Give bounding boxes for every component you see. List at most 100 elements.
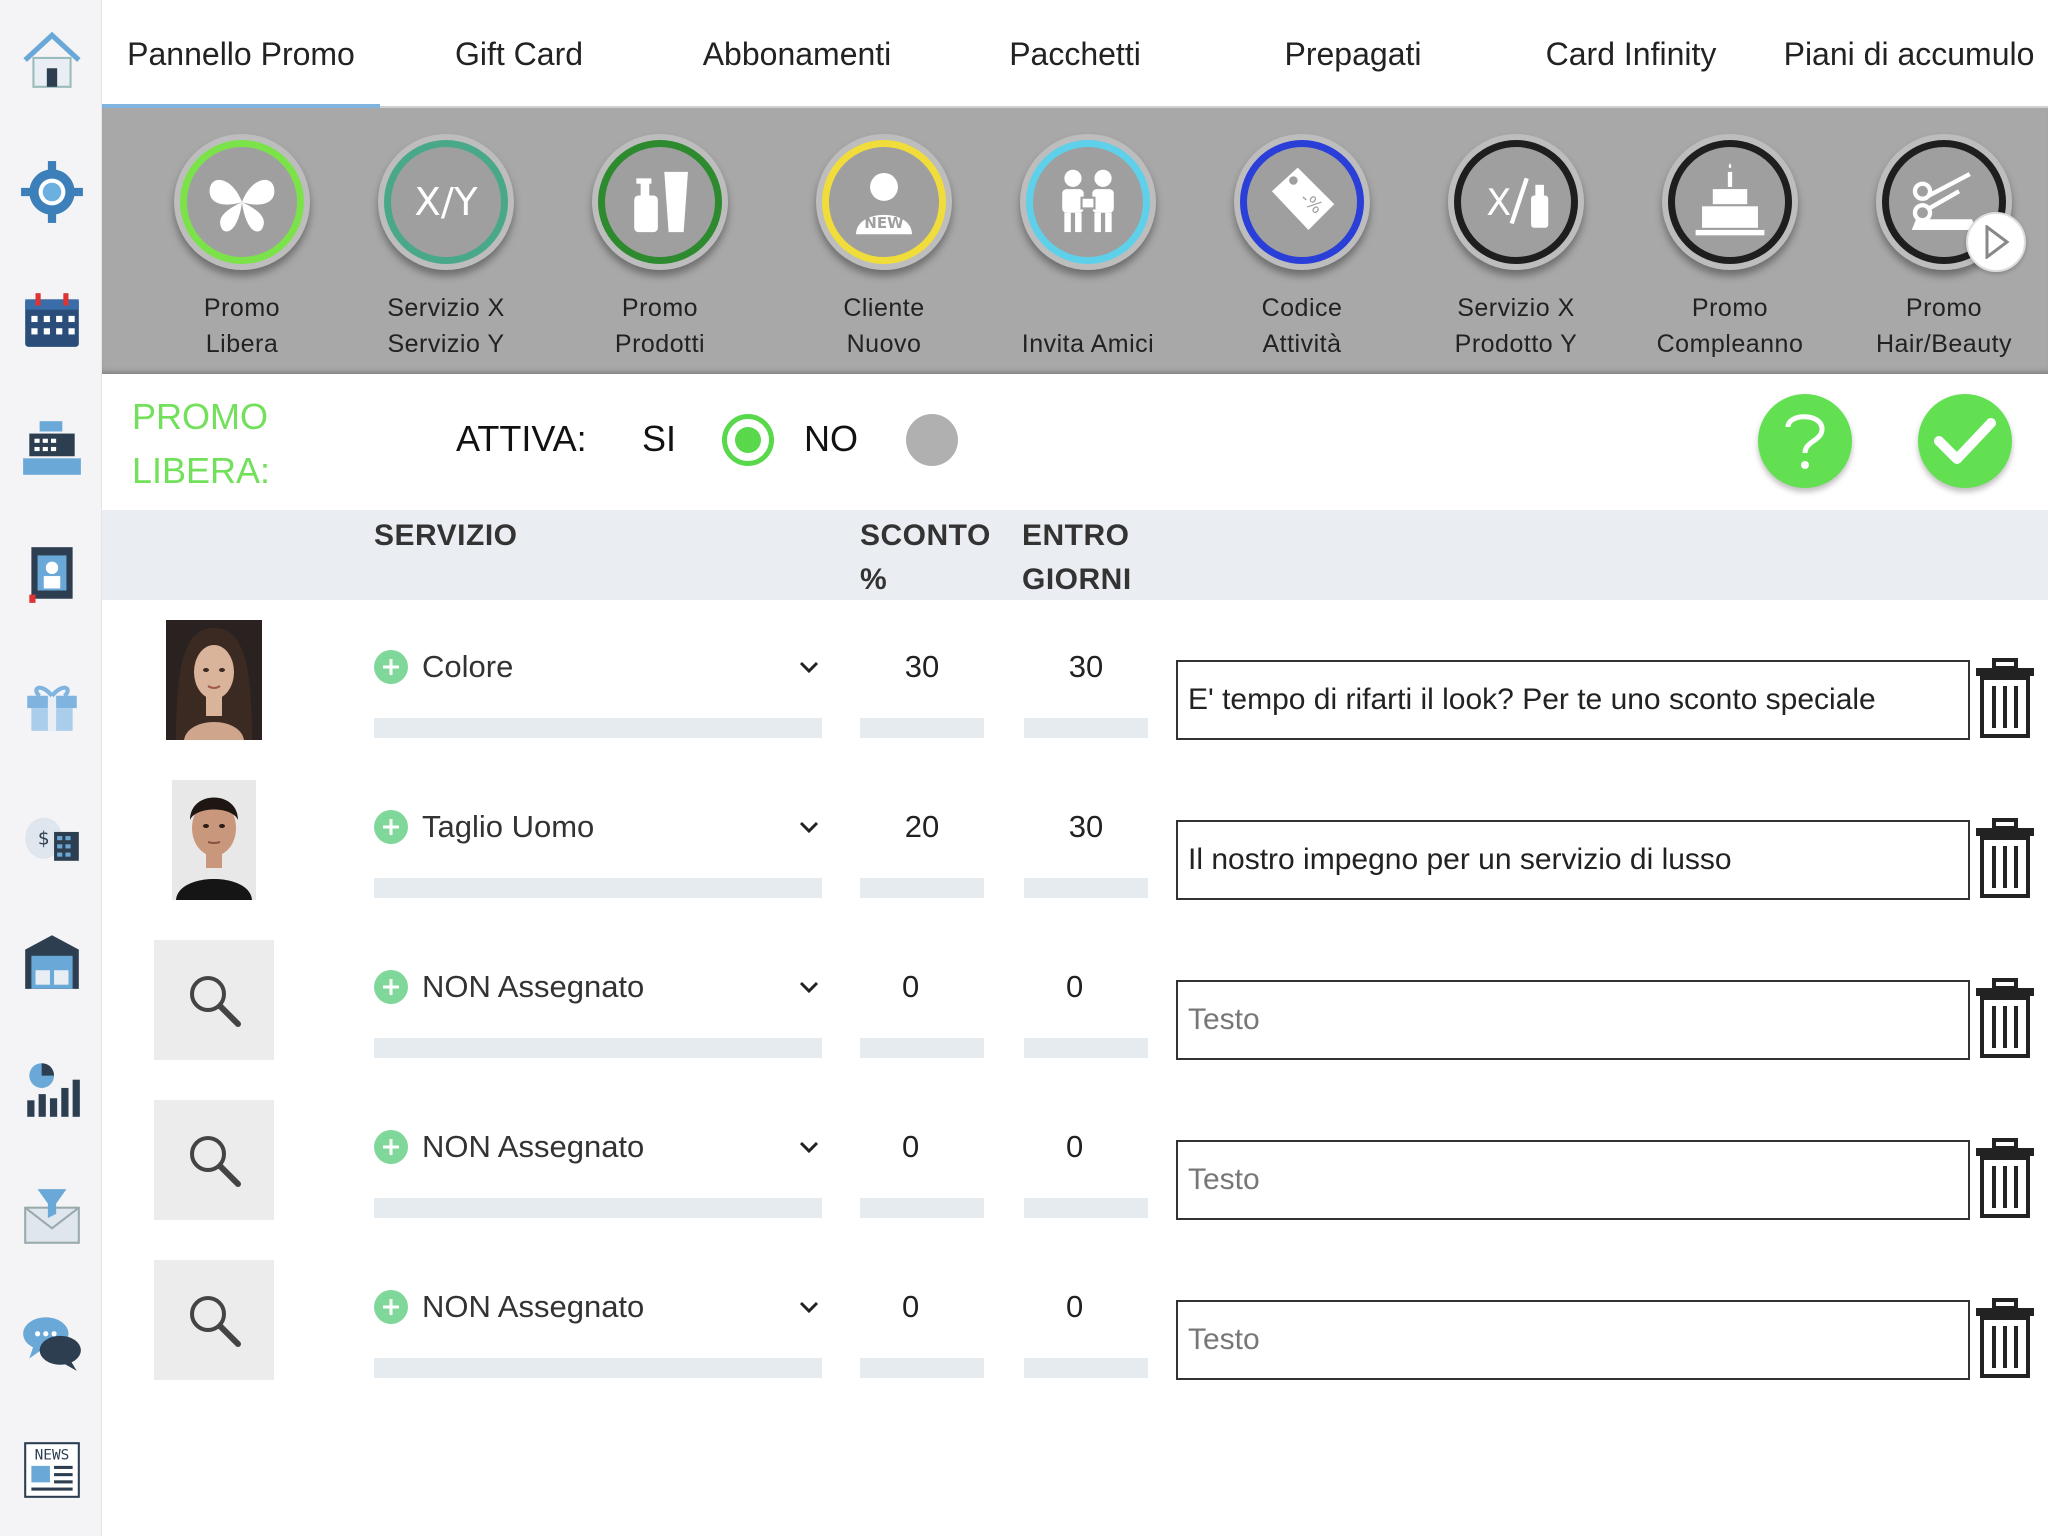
sconto-underline [860,1038,984,1058]
coupon-tag-icon: -% [1271,167,1335,230]
promo-prodotti-button[interactable]: Promo Prodotti [560,128,760,368]
email-funnel-icon[interactable] [18,1184,86,1252]
service-select[interactable]: Colore [374,640,822,694]
promo-label-line1: Cliente [843,294,925,322]
giorni-input[interactable]: 30 [1024,800,1148,854]
promo-servizio-x-servizio-y-button[interactable]: X/Y Servizio X Servizio Y [346,128,546,368]
promo-label-line2: Prodotti [614,330,706,358]
trash-icon[interactable] [1972,978,2038,1060]
tab-gift-card[interactable]: Gift Card [380,0,658,108]
promo-label-line2: Compleanno [1656,330,1804,358]
plus-icon [374,1290,408,1324]
chevron-down-icon [799,981,819,994]
radio-si[interactable] [722,414,774,466]
service-image-placeholder[interactable] [154,1100,274,1220]
promo-label: Servizio X Servizio Y [346,290,546,362]
sconto-input[interactable]: 30 [860,640,984,694]
help-button[interactable] [1758,394,1852,488]
service-image-placeholder[interactable] [154,1260,274,1380]
service-select[interactable]: Taglio Uomo [374,800,822,854]
promo-servizio-x-prodotto-y-button[interactable]: X Servizio X Prodotto Y [1416,128,1616,368]
confirm-button[interactable] [1918,394,2012,488]
giorni-input[interactable]: 30 [1024,640,1148,694]
col-sconto-line2: % [860,563,888,596]
sconto-input[interactable]: 0 [860,1280,984,1334]
promo-label: Promo Libera [142,290,342,362]
message-input[interactable]: Testo [1176,1140,1970,1220]
card-icon[interactable] [18,540,86,608]
service-select[interactable]: NON Assegnato [374,1120,822,1174]
trash-icon[interactable] [1972,658,2038,740]
promo-label-line1 [988,290,1188,326]
tab-piani-di-accumulo[interactable]: Piani di accumulo [1770,0,2048,108]
plus-icon [374,650,408,684]
money-calculator-icon[interactable]: $ [18,800,86,868]
service-underline [374,1358,822,1378]
giorni-underline [1024,1198,1148,1218]
home-icon[interactable] [18,26,86,94]
message-input[interactable]: Testo [1176,1300,1970,1380]
promo-label-line1: Promo [621,294,699,322]
trash-icon[interactable] [1972,1138,2038,1220]
tab-card-infinity[interactable]: Card Infinity [1492,0,1770,108]
promo-invita-amici-button[interactable]: Invita Amici [988,128,1188,368]
chevron-down-icon [799,821,819,834]
promo-ring-inner [180,140,304,264]
chevron-down-icon [799,661,819,674]
service-image-woman[interactable] [166,620,262,740]
chat-icon[interactable] [18,1308,86,1376]
analytics-chart-icon[interactable] [18,1056,86,1124]
radio-no[interactable] [906,414,958,466]
cash-register-icon[interactable] [18,414,86,482]
service-name: NON Assegnato [422,1129,645,1164]
message-input[interactable]: E' tempo di rifarti il look? Per te uno … [1176,660,1970,740]
products-icon [634,171,688,233]
table-row: Taglio Uomo 20 30 Il nostro impegno per … [102,780,2048,930]
promo-label-line2: Libera [205,330,279,358]
service-select[interactable]: NON Assegnato [374,1280,822,1334]
promo-label-line1: Codice [1261,294,1343,322]
promo-label-line2: Nuovo [846,330,922,358]
news-icon[interactable]: NEWS [18,1436,86,1504]
service-image-man[interactable] [172,780,256,900]
message-input[interactable]: Il nostro impegno per un servizio di lus… [1176,820,1970,900]
promo-title-line2: LIBERA: [132,450,271,491]
tab-prepagati[interactable]: Prepagati [1214,0,1492,108]
warehouse-icon[interactable] [18,928,86,996]
message-input[interactable]: Testo [1176,980,1970,1060]
man-portrait-image [172,780,256,900]
no-label: NO [804,418,858,459]
birthday-cake-icon [1695,163,1765,236]
calendar-icon[interactable] [18,286,86,354]
woman-portrait-image [166,620,262,740]
service-select[interactable]: NON Assegnato [374,960,822,1014]
x-slash-y-icon: X/Y [414,180,478,225]
svg-text:X/Y: X/Y [414,180,478,225]
scroll-right-arrow-button[interactable] [1966,212,2026,272]
tab-pannello-promo[interactable]: Pannello Promo [102,0,380,110]
sconto-input[interactable]: 0 [860,960,984,1014]
sconto-input[interactable]: 0 [860,1120,984,1174]
giorni-input[interactable]: 0 [1024,960,1148,1014]
trash-icon[interactable] [1972,1298,2038,1380]
promo-compleanno-button[interactable]: Promo Compleanno [1630,128,1830,368]
giorni-input[interactable]: 0 [1024,1120,1148,1174]
promo-cliente-nuovo-button[interactable]: NEW Cliente Nuovo [784,128,984,368]
svg-text:NEW: NEW [864,214,904,232]
promo-libera-button[interactable]: Promo Libera [142,128,342,368]
table-row: NON Assegnato 0 0 Testo [102,940,2048,1090]
tab-abbonamenti[interactable]: Abbonamenti [658,0,936,108]
col-sconto: SCONTO % [860,514,991,602]
sconto-underline [860,718,984,738]
trash-icon[interactable] [1972,818,2038,900]
sconto-input[interactable]: 20 [860,800,984,854]
promo-label-line1: Promo [1905,294,1983,322]
promo-label-line2: Prodotto Y [1454,330,1578,358]
plus-icon [374,1130,408,1164]
promo-codice-attivita-button[interactable]: -% Codice Attività [1202,128,1402,368]
giorni-input[interactable]: 0 [1024,1280,1148,1334]
service-image-placeholder[interactable] [154,940,274,1060]
gift-icon[interactable] [18,670,86,738]
tab-pacchetti[interactable]: Pacchetti [936,0,1214,108]
gear-icon[interactable] [18,158,86,226]
